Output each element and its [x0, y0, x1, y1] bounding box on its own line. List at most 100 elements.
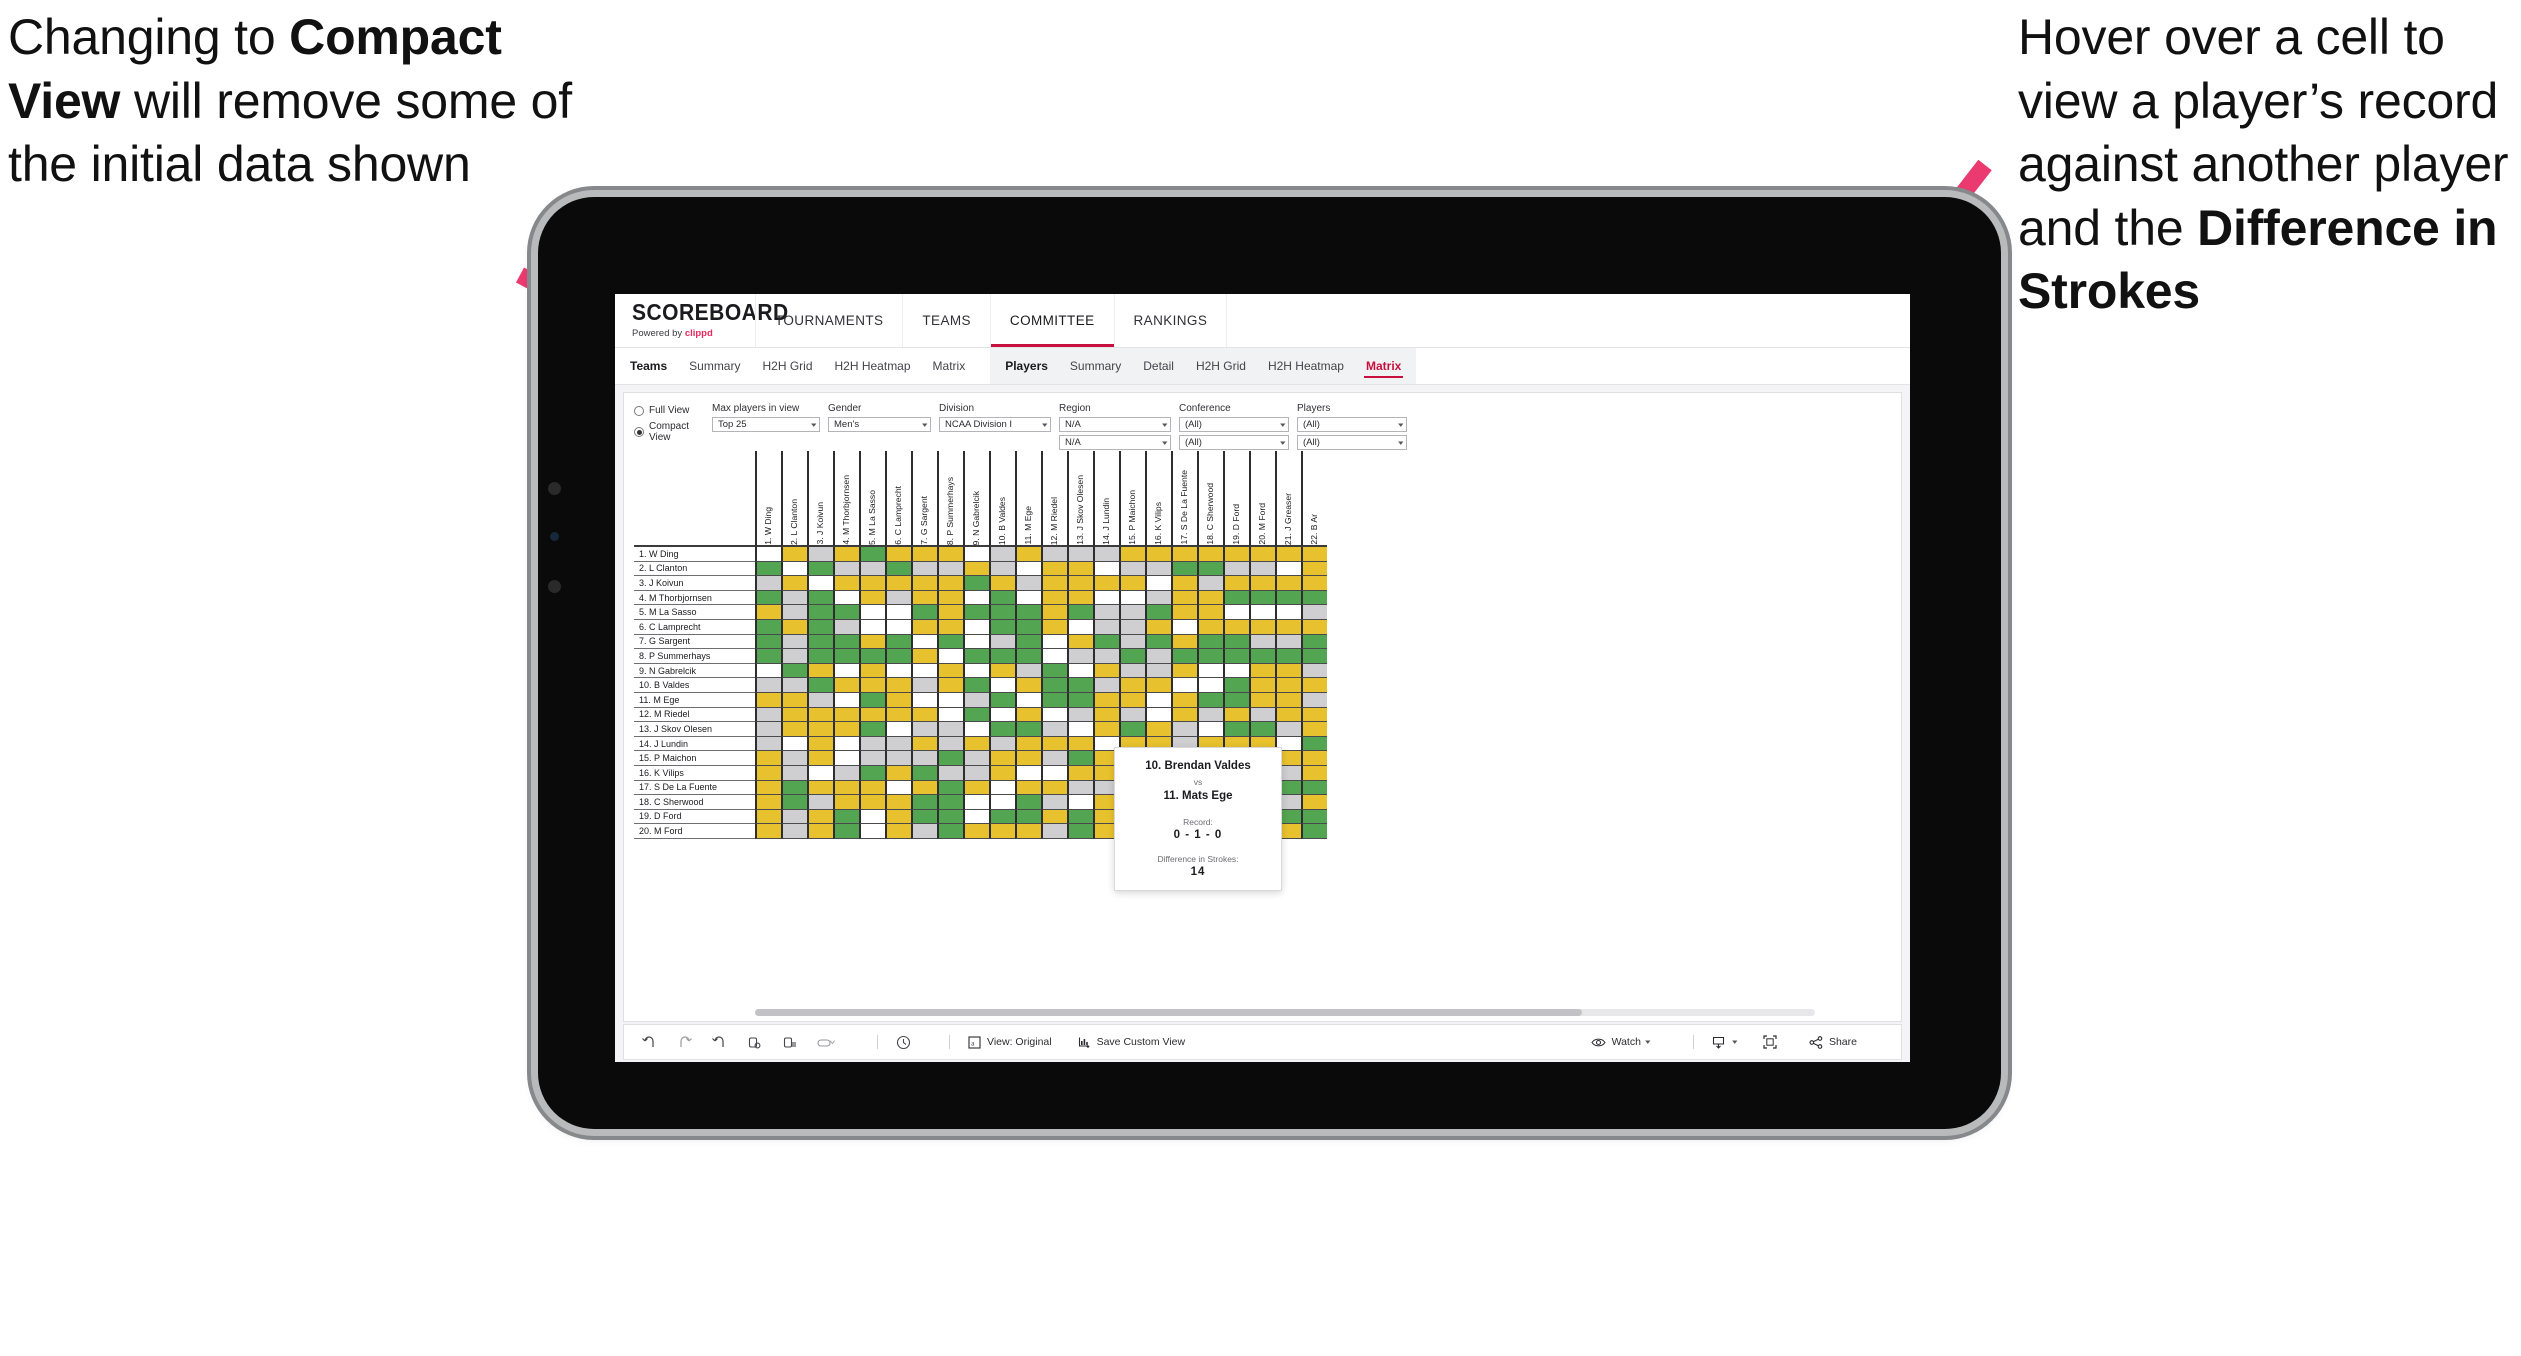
matrix-cell[interactable] [911, 663, 937, 679]
matrix-cell[interactable] [1093, 722, 1119, 737]
matrix-cell[interactable] [807, 576, 833, 591]
matrix-col-header[interactable]: 16. K Vilips [1145, 451, 1171, 547]
matrix-cell[interactable] [1015, 692, 1041, 708]
matrix-cell[interactable] [963, 634, 989, 650]
matrix-cell[interactable] [937, 576, 963, 591]
matrix-cell[interactable] [885, 751, 911, 766]
matrix-row-label[interactable]: 20. M Ford [634, 824, 755, 839]
matrix-cell[interactable] [1015, 722, 1041, 737]
matrix-cell[interactable] [859, 765, 885, 781]
matrix-cell[interactable] [1015, 780, 1041, 796]
matrix-cell[interactable] [911, 751, 937, 766]
matrix-cell[interactable] [833, 678, 859, 693]
matrix-cell[interactable] [833, 576, 859, 591]
matrix-cell[interactable] [1249, 707, 1275, 723]
matrix-cell[interactable] [885, 619, 911, 635]
matrix-cell[interactable] [885, 780, 911, 796]
matrix-cell[interactable] [859, 824, 885, 839]
matrix-cell[interactable] [963, 751, 989, 766]
matrix-cell[interactable] [937, 751, 963, 766]
matrix-col-header[interactable]: 19. D Ford [1223, 451, 1249, 547]
matrix-row-label[interactable]: 4. M Thorbjornsen [634, 591, 755, 606]
matrix-cell[interactable] [1067, 634, 1093, 650]
matrix-cell[interactable] [1067, 561, 1093, 577]
matrix-cell[interactable] [963, 736, 989, 752]
matrix-cell[interactable] [963, 561, 989, 577]
matrix-cell[interactable] [885, 736, 911, 752]
matrix-cell[interactable] [781, 619, 807, 635]
matrix-cell[interactable] [937, 649, 963, 664]
matrix-cell[interactable] [1275, 707, 1301, 723]
matrix-cell[interactable] [833, 736, 859, 752]
matrix-cell[interactable] [1301, 619, 1327, 635]
matrix-cell[interactable] [1067, 765, 1093, 781]
matrix-cell[interactable] [1145, 619, 1171, 635]
matrix-row-label[interactable]: 5. M La Sasso [634, 605, 755, 620]
matrix-cell[interactable] [989, 590, 1015, 606]
matrix-col-header[interactable]: 9. N Gabrelcik [963, 451, 989, 547]
matrix-cell[interactable] [1197, 590, 1223, 606]
matrix-cell[interactable] [1223, 590, 1249, 606]
matrix-cell[interactable] [755, 678, 781, 693]
matrix-cell[interactable] [963, 707, 989, 723]
matrix-cell[interactable] [1301, 824, 1327, 839]
matrix-cell[interactable] [911, 605, 937, 620]
matrix-col-header[interactable]: 1. W Ding [755, 451, 781, 547]
matrix-cell[interactable] [1041, 547, 1067, 562]
matrix-cell[interactable] [1015, 751, 1041, 766]
matrix-cell[interactable] [989, 605, 1015, 620]
subtab-teams[interactable]: Teams [619, 348, 678, 384]
matrix-row-label[interactable]: 2. L Clanton [634, 562, 755, 577]
subtab-teams-matrix[interactable]: Matrix [922, 348, 977, 384]
subtab-teams-h2h-heatmap[interactable]: H2H Heatmap [824, 348, 922, 384]
matrix-cell[interactable] [1197, 605, 1223, 620]
matrix-col-header[interactable]: 6. C Lamprecht [885, 451, 911, 547]
matrix-cell[interactable] [859, 707, 885, 723]
matrix-cell[interactable] [807, 547, 833, 562]
matrix-cell[interactable] [885, 722, 911, 737]
matrix-cell[interactable] [937, 590, 963, 606]
matrix-cell[interactable] [937, 780, 963, 796]
matrix-cell[interactable] [1301, 649, 1327, 664]
matrix-cell[interactable] [911, 590, 937, 606]
matrix-cell[interactable] [807, 751, 833, 766]
matrix-cell[interactable] [1301, 780, 1327, 796]
matrix-cell[interactable] [937, 663, 963, 679]
matrix-cell[interactable] [755, 707, 781, 723]
pause-refresh-icon[interactable] [782, 1036, 797, 1049]
matrix-cell[interactable] [1041, 692, 1067, 708]
matrix-cell[interactable] [1301, 722, 1327, 737]
matrix-cell[interactable] [1197, 692, 1223, 708]
matrix-cell[interactable] [1093, 692, 1119, 708]
matrix-cell[interactable] [1093, 663, 1119, 679]
matrix-cell[interactable] [1145, 634, 1171, 650]
matrix-row-label[interactable]: 1. W Ding [634, 547, 755, 562]
matrix-cell[interactable] [1041, 751, 1067, 766]
matrix-cell[interactable] [781, 722, 807, 737]
matrix-cell[interactable] [859, 736, 885, 752]
share-button[interactable]: Share [1809, 1035, 1857, 1049]
matrix-cell[interactable] [1301, 605, 1327, 620]
matrix-cell[interactable] [963, 722, 989, 737]
matrix-cell[interactable] [1041, 590, 1067, 606]
matrix-col-header[interactable]: 4. M Thorbjornsen [833, 451, 859, 547]
subtab-players-h2h-grid[interactable]: H2H Grid [1185, 348, 1257, 384]
matrix-col-header[interactable]: 14. J Lundin [1093, 451, 1119, 547]
matrix-cell[interactable] [1041, 707, 1067, 723]
matrix-cell[interactable] [755, 809, 781, 825]
matrix-cell[interactable] [1275, 649, 1301, 664]
matrix-cell[interactable] [781, 765, 807, 781]
matrix-cell[interactable] [859, 722, 885, 737]
nav-tab-tournaments[interactable]: TOURNAMENTS [755, 294, 904, 347]
matrix-cell[interactable] [1275, 605, 1301, 620]
matrix-cell[interactable] [833, 634, 859, 650]
matrix-cell[interactable] [1301, 634, 1327, 650]
matrix-cell[interactable] [1249, 649, 1275, 664]
matrix-cell[interactable] [833, 619, 859, 635]
filter-players-select-2[interactable]: (All) ▾ [1297, 435, 1407, 450]
matrix-cell[interactable] [1119, 576, 1145, 591]
matrix-cell[interactable] [1041, 605, 1067, 620]
download-button[interactable]: ▾ [1712, 1036, 1738, 1049]
matrix-cell[interactable] [885, 765, 911, 781]
matrix-cell[interactable] [911, 576, 937, 591]
